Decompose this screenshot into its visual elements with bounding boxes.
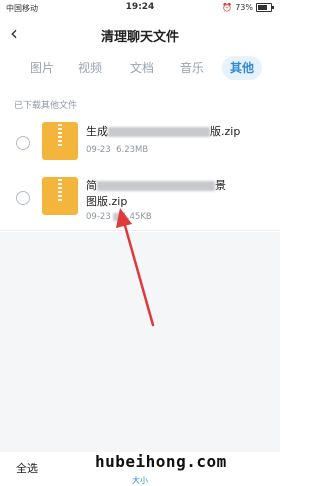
tab-videos[interactable]: 视频 [76, 56, 104, 80]
nav-bar: ‹ 清理聊天文件 [0, 16, 280, 52]
file-name: 生成 版.zip [86, 125, 241, 138]
tab-documents[interactable]: 文档 [128, 56, 156, 80]
watermark: hubeihong.com [95, 452, 227, 471]
status-bar: 中国移动 19:24 ⏰ 73% [0, 0, 280, 16]
file-name-line2: 图版.zip [86, 195, 128, 208]
section-label: 已下载其他文件 [14, 101, 78, 111]
select-radio[interactable] [16, 191, 30, 205]
select-radio[interactable] [16, 136, 30, 150]
battery-fill [258, 5, 267, 10]
battery-percent: 73% [235, 3, 253, 12]
battery-icon [256, 3, 274, 12]
sort-by-size[interactable]: 大小 [132, 475, 148, 486]
file-meta: 09-23 6.23MB [86, 145, 149, 155]
page-title: 清理聊天文件 [100, 30, 179, 45]
tab-images[interactable]: 图片 [28, 56, 56, 80]
zip-file-icon [42, 122, 78, 160]
zip-file-icon [42, 177, 78, 215]
file-row[interactable]: 简景 图版.zip 09-23 1.45KB [0, 175, 280, 227]
redacted-text [108, 127, 210, 137]
tab-music[interactable]: 音乐 [178, 56, 206, 80]
empty-area [0, 232, 280, 452]
divider [0, 230, 280, 231]
file-name: 简景 [86, 179, 226, 192]
alarm-icon: ⏰ [222, 3, 233, 12]
category-tabs: 图片 视频 文档 音乐 其他 [0, 56, 280, 82]
status-right: ⏰ 73% [222, 3, 274, 12]
tab-other[interactable]: 其他 [222, 56, 262, 80]
file-row[interactable]: 生成 版.zip 09-23 6.23MB [0, 120, 280, 168]
file-meta: 09-23 1.45KB [86, 212, 152, 222]
select-all-button[interactable]: 全选 [16, 460, 38, 476]
redacted-text [97, 181, 215, 191]
